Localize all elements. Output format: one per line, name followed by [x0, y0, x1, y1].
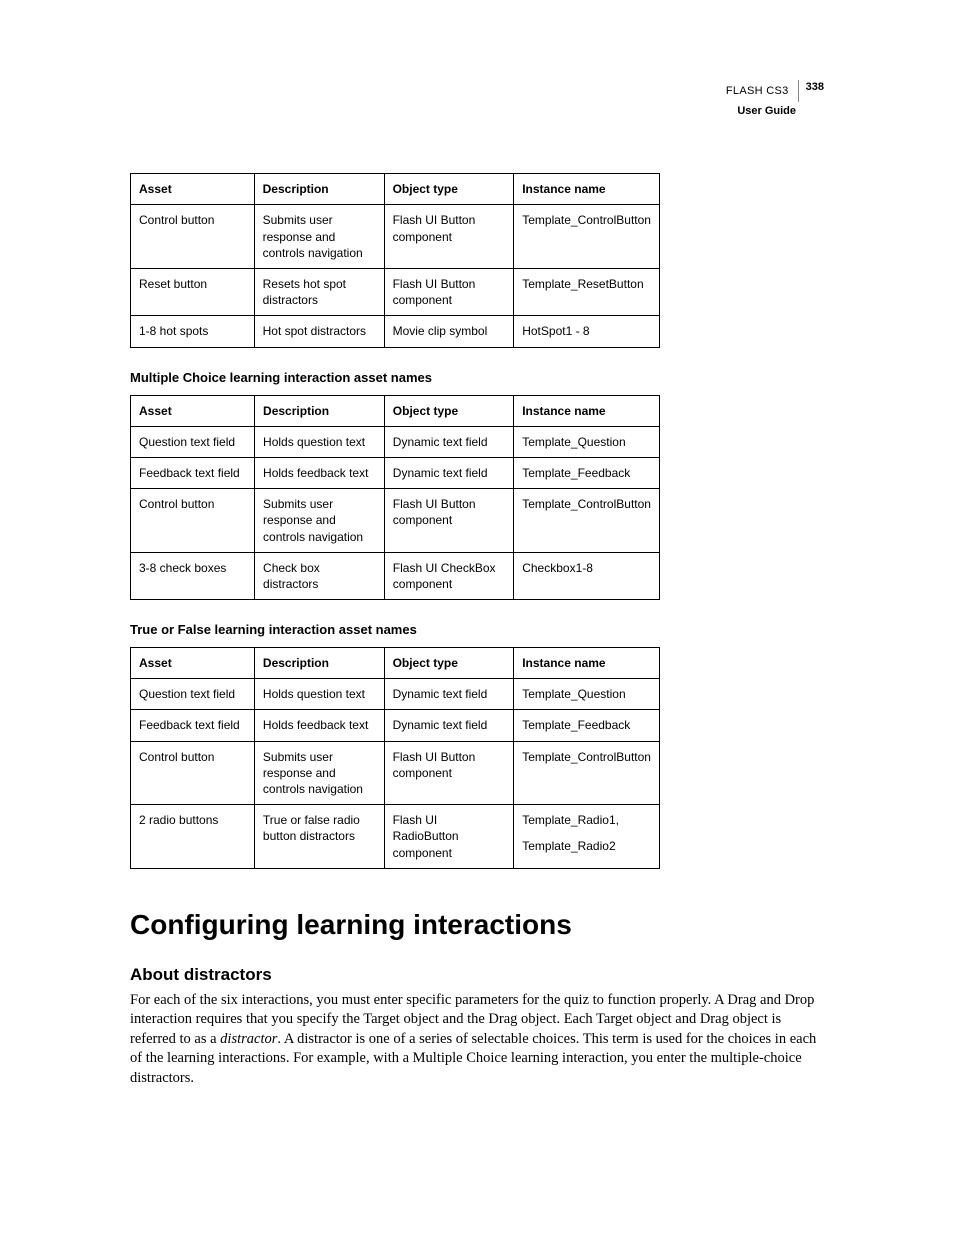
cell: Feedback text field: [131, 710, 255, 741]
col-object-type: Object type: [384, 174, 514, 205]
table-header-row: Asset Description Object type Instance n…: [131, 395, 660, 426]
cell: Dynamic text field: [384, 710, 514, 741]
cell: Template_ControlButton: [514, 741, 660, 805]
body-paragraph: For each of the six interactions, you mu…: [130, 991, 824, 1089]
cell: Control button: [131, 741, 255, 805]
table-true-false-assets: Asset Description Object type Instance n…: [130, 647, 660, 869]
cell: Holds feedback text: [254, 710, 384, 741]
cell: Holds question text: [254, 679, 384, 710]
cell: Hot spot distractors: [254, 316, 384, 347]
cell: Control button: [131, 205, 255, 269]
table-row: Feedback text field Holds feedback text …: [131, 710, 660, 741]
cell: Dynamic text field: [384, 426, 513, 457]
cell: Flash UI Button component: [384, 269, 514, 316]
cell: Dynamic text field: [384, 457, 513, 488]
cell: Question text field: [131, 679, 255, 710]
table-row: Control button Submits user response and…: [131, 205, 660, 269]
subhead-multiple-choice: Multiple Choice learning interaction ass…: [130, 370, 824, 385]
product-name: FLASH CS3: [726, 85, 789, 97]
cell: Movie clip symbol: [384, 316, 514, 347]
cell: Template_ControlButton: [514, 205, 660, 269]
header-separator: [798, 80, 799, 102]
cell: Check box distractors: [255, 552, 385, 599]
table-row: Reset button Resets hot spot distractors…: [131, 269, 660, 316]
page-header: FLASH CS3 338 User Guide: [130, 80, 824, 118]
cell: Question text field: [131, 426, 255, 457]
table-row: Question text field Holds question text …: [131, 679, 660, 710]
table-row: Control button Submits user response and…: [131, 741, 660, 805]
table-row: Feedback text field Holds feedback text …: [131, 457, 660, 488]
cell: Submits user response and controls navig…: [254, 741, 384, 805]
page: FLASH CS3 338 User Guide Asset Descripti…: [0, 0, 954, 1159]
topic-heading-about-distractors: About distractors: [130, 965, 824, 985]
table-multiple-choice-assets: Asset Description Object type Instance n…: [130, 395, 660, 601]
table-hotspot-assets: Asset Description Object type Instance n…: [130, 173, 660, 347]
cell: Holds feedback text: [255, 457, 385, 488]
cell: Control button: [131, 489, 255, 553]
col-instance-name: Instance name: [514, 174, 660, 205]
cell: Dynamic text field: [384, 679, 514, 710]
cell: HotSpot1 - 8: [514, 316, 660, 347]
instance-line: Template_Radio2: [522, 838, 651, 854]
cell: Flash UI RadioButton component: [384, 805, 514, 869]
subhead-true-false: True or False learning interaction asset…: [130, 622, 824, 637]
table-row: 2 radio buttons True or false radio butt…: [131, 805, 660, 869]
cell: Template_Question: [514, 426, 660, 457]
col-asset: Asset: [131, 648, 255, 679]
cell: 1-8 hot spots: [131, 316, 255, 347]
cell: Template_ResetButton: [514, 269, 660, 316]
col-description: Description: [254, 648, 384, 679]
col-object-type: Object type: [384, 395, 513, 426]
cell: True or false radio button distractors: [254, 805, 384, 869]
cell: Template_Radio1, Template_Radio2: [514, 805, 660, 869]
col-instance-name: Instance name: [514, 395, 660, 426]
cell: Reset button: [131, 269, 255, 316]
cell: Submits user response and controls navig…: [255, 489, 385, 553]
cell: Template_Feedback: [514, 457, 660, 488]
cell: Holds question text: [255, 426, 385, 457]
table-row: Control button Submits user response and…: [131, 489, 660, 553]
table-row: 3-8 check boxes Check box distractors Fl…: [131, 552, 660, 599]
col-instance-name: Instance name: [514, 648, 660, 679]
cell: Checkbox1-8: [514, 552, 660, 599]
col-description: Description: [254, 174, 384, 205]
table-header-row: Asset Description Object type Instance n…: [131, 648, 660, 679]
cell: Resets hot spot distractors: [254, 269, 384, 316]
body-text-italic: distractor: [220, 1031, 277, 1047]
cell: Flash UI Button component: [384, 489, 513, 553]
cell: Feedback text field: [131, 457, 255, 488]
table-header-row: Asset Description Object type Instance n…: [131, 174, 660, 205]
section-title: Configuring learning interactions: [130, 909, 824, 941]
guide-label: User Guide: [130, 104, 796, 118]
cell: 2 radio buttons: [131, 805, 255, 869]
table-row: 1-8 hot spots Hot spot distractors Movie…: [131, 316, 660, 347]
cell: Template_Question: [514, 679, 660, 710]
col-asset: Asset: [131, 174, 255, 205]
cell: Submits user response and controls navig…: [254, 205, 384, 269]
cell: Flash UI Button component: [384, 205, 514, 269]
col-object-type: Object type: [384, 648, 514, 679]
page-number: 338: [806, 81, 824, 93]
cell: Flash UI Button component: [384, 741, 514, 805]
cell: 3-8 check boxes: [131, 552, 255, 599]
cell: Template_ControlButton: [514, 489, 660, 553]
cell: Template_Feedback: [514, 710, 660, 741]
cell: Flash UI CheckBox component: [384, 552, 513, 599]
table-row: Question text field Holds question text …: [131, 426, 660, 457]
col-description: Description: [255, 395, 385, 426]
instance-line: Template_Radio1,: [522, 812, 651, 828]
col-asset: Asset: [131, 395, 255, 426]
